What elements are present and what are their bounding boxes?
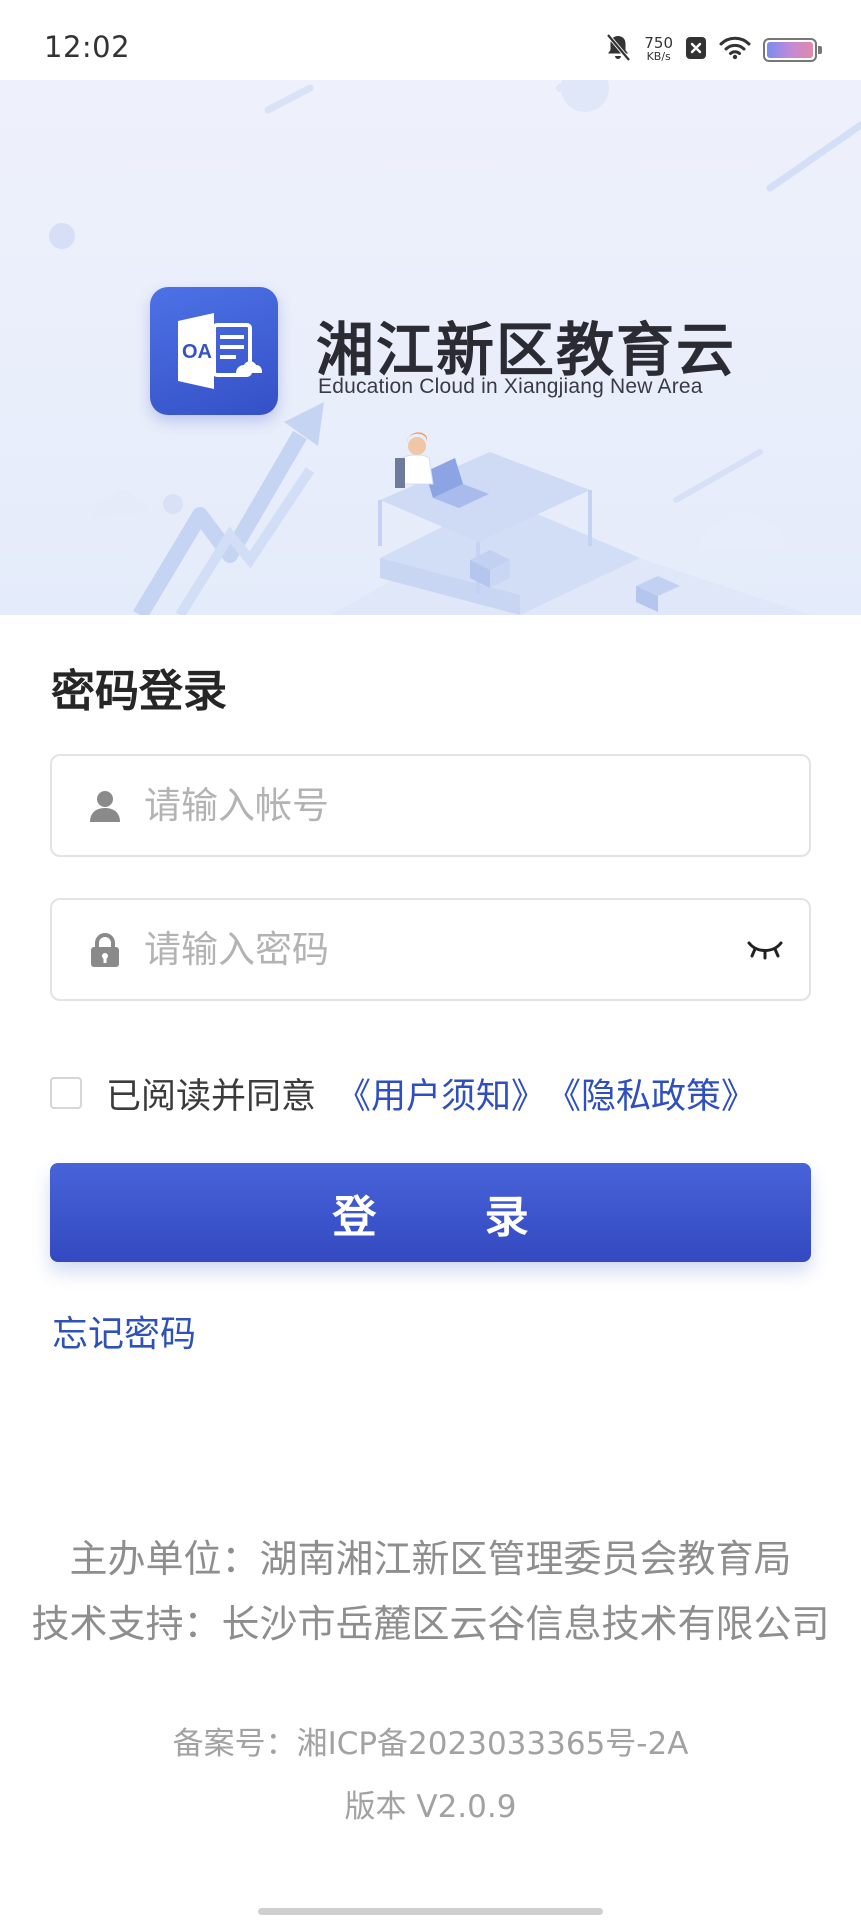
password-field[interactable] — [50, 898, 811, 1001]
agree-checkbox[interactable] — [50, 1077, 82, 1109]
wifi-icon — [719, 36, 751, 64]
bell-muted-icon — [604, 33, 632, 67]
logo-text: OA — [182, 341, 212, 363]
eye-closed-icon[interactable] — [745, 930, 785, 970]
forgot-password-link[interactable]: 忘记密码 — [52, 1305, 196, 1357]
account-field[interactable] — [50, 754, 811, 857]
app-logo: OA — [150, 287, 278, 415]
account-input[interactable] — [144, 775, 809, 836]
brand-subtitle: Education Cloud in Xiangjiang New Area — [318, 375, 703, 398]
footer-host: 主办单位：湖南湘江新区管理委员会教育局 — [69, 1537, 792, 1581]
home-indicator[interactable] — [258, 1908, 603, 1915]
battery-level — [767, 42, 813, 58]
net-speed-value: 750 — [644, 34, 673, 52]
login-button[interactable]: 登 录 — [50, 1163, 811, 1262]
sim-blocked-icon — [685, 36, 707, 64]
footer-tech-support: 技术支持：长沙市岳麓区云谷信息技术有限公司 — [31, 1602, 830, 1646]
net-speed: 750 KB/s — [644, 36, 673, 64]
footer-icp: 备案号：湘ICP备2023033365号-2A — [172, 1726, 689, 1762]
agreement-row: 已阅读并同意 《用户须知》 《隐私政策》 — [50, 1068, 756, 1119]
privacy-policy-link[interactable]: 《隐私政策》 — [546, 1068, 756, 1119]
header-banner: OA 湘江新区教育云 Education Cloud in Xiangjiang… — [0, 80, 861, 615]
net-speed-unit: KB/s — [646, 50, 671, 63]
login-title: 密码登录 — [51, 666, 227, 717]
status-bar: 12:02 750 KB/s — [0, 0, 861, 80]
status-time: 12:02 — [44, 30, 131, 64]
user-icon — [88, 789, 122, 823]
agree-label: 已阅读并同意 — [106, 1076, 317, 1117]
footer-version: 版本 V2.0.9 — [344, 1789, 517, 1825]
status-icons: 750 KB/s — [604, 30, 822, 70]
password-input[interactable] — [144, 919, 745, 980]
oa-document-icon: OA — [178, 313, 262, 389]
lock-icon — [88, 932, 122, 967]
user-notice-link[interactable]: 《用户须知》 — [336, 1068, 546, 1119]
battery-icon — [763, 38, 822, 62]
